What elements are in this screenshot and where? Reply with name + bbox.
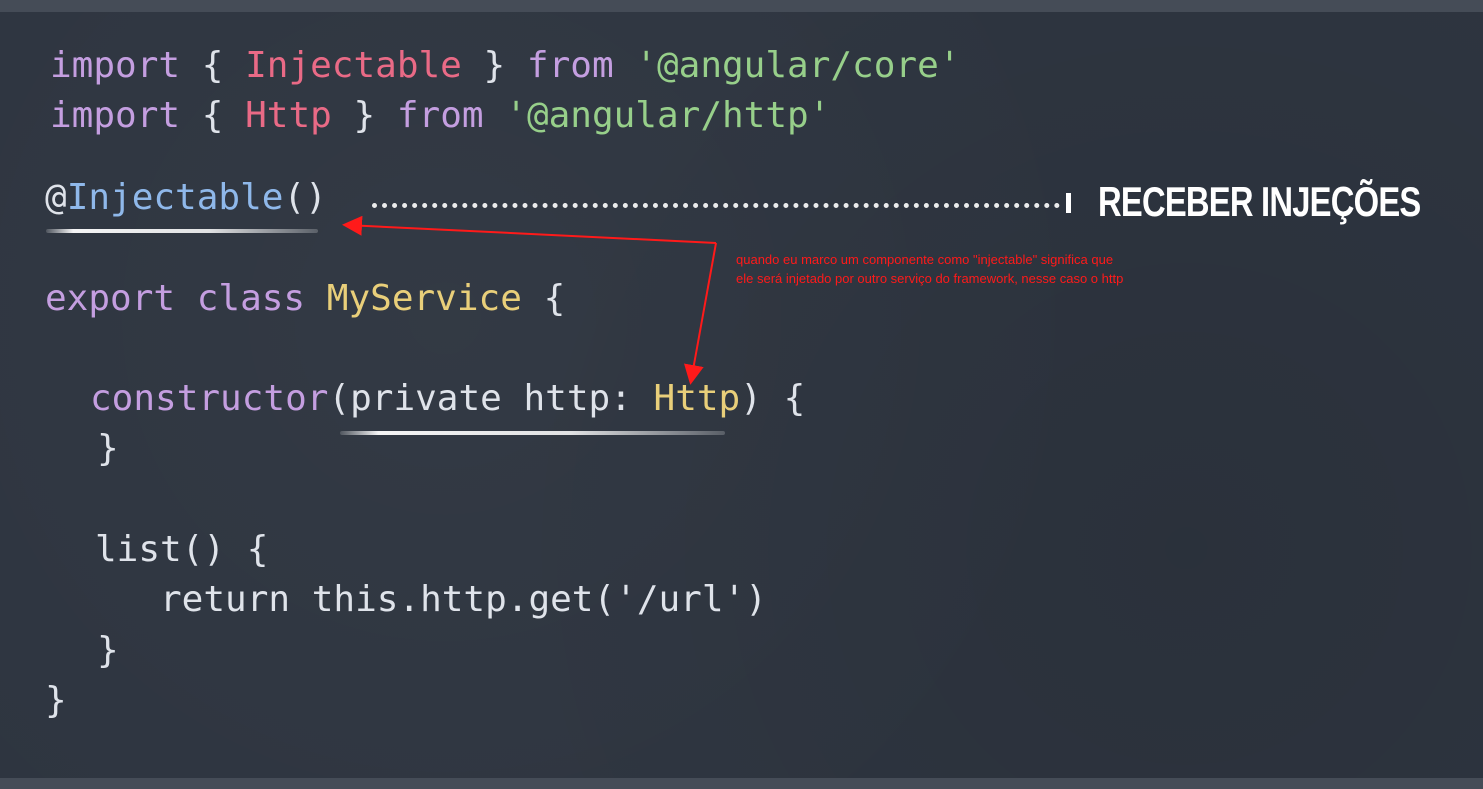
- arrow-to-decorator: [342, 215, 717, 244]
- annotation-arrows: [342, 215, 717, 385]
- arrow-to-http-type: [684, 242, 717, 385]
